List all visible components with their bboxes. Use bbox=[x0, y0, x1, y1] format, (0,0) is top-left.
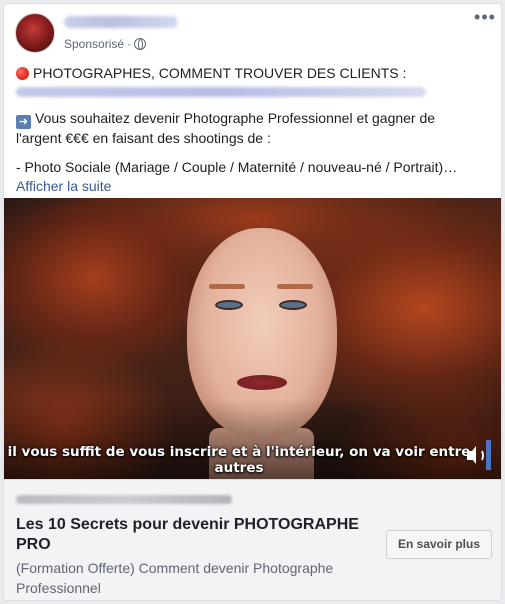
sponsored-info: Sponsorisé · bbox=[64, 37, 147, 51]
red-circle-icon bbox=[16, 67, 29, 80]
post-line-3: l'argent €€€ en faisant des shootings de… bbox=[16, 130, 271, 146]
post-text: PHOTOGRAPHES, COMMENT TROUVER DES CLIENT… bbox=[16, 64, 494, 196]
post-text-line: Vous souhaitez devenir Photographe Profe… bbox=[35, 110, 436, 126]
ad-description: (Formation Offerte) Comment devenir Phot… bbox=[16, 558, 371, 598]
post-line-4: - Photo Sociale (Mariage / Couple / Mate… bbox=[16, 159, 458, 175]
separator: · bbox=[127, 37, 132, 51]
post-headline-text: PHOTOGRAPHES, COMMENT TROUVER DES CLIENT… bbox=[33, 65, 407, 81]
more-options-icon[interactable]: ••• bbox=[474, 8, 496, 28]
desc-line-1: (Formation Offerte) Comment devenir Phot… bbox=[16, 560, 334, 576]
post-header: Sponsorisé · ••• bbox=[4, 4, 501, 60]
ad-link-footer[interactable]: Les 10 Secrets pour devenir PHOTOGRAPHE … bbox=[4, 479, 501, 600]
sponsored-label[interactable]: Sponsorisé bbox=[64, 37, 124, 51]
post-line-2: ➜ Vous souhaitez devenir Photographe Prof… bbox=[16, 109, 494, 129]
globe-icon[interactable] bbox=[134, 38, 147, 50]
learn-more-button[interactable]: En savoir plus bbox=[386, 530, 492, 559]
see-more-link[interactable]: Afficher la suite bbox=[16, 177, 494, 196]
volume-icon[interactable] bbox=[464, 444, 488, 468]
ad-headline[interactable]: Les 10 Secrets pour devenir PHOTOGRAPHE … bbox=[16, 515, 366, 555]
ad-video[interactable]: il vous suffit de vous inscrire et à l'i… bbox=[4, 198, 501, 479]
domain-redacted bbox=[16, 495, 232, 504]
page-name-redacted[interactable] bbox=[64, 16, 178, 28]
right-arrow-icon: ➜ bbox=[16, 115, 31, 129]
desc-line-2: Professionnel bbox=[16, 580, 101, 596]
headline-line-1: Les 10 Secrets pour devenir PHOTOGRAPHE bbox=[16, 516, 359, 533]
sponsored-post-card: Sponsorisé · ••• PHOTOGRAPHES, COMMENT T… bbox=[3, 3, 502, 601]
volume-slider[interactable] bbox=[486, 440, 491, 470]
headline-line-2: PRO bbox=[16, 536, 51, 553]
redacted-link[interactable] bbox=[16, 87, 426, 97]
page-avatar[interactable] bbox=[15, 13, 55, 53]
video-caption: il vous suffit de vous inscrire et à l'i… bbox=[7, 444, 471, 476]
post-line-1: PHOTOGRAPHES, COMMENT TROUVER DES CLIENT… bbox=[16, 64, 494, 83]
